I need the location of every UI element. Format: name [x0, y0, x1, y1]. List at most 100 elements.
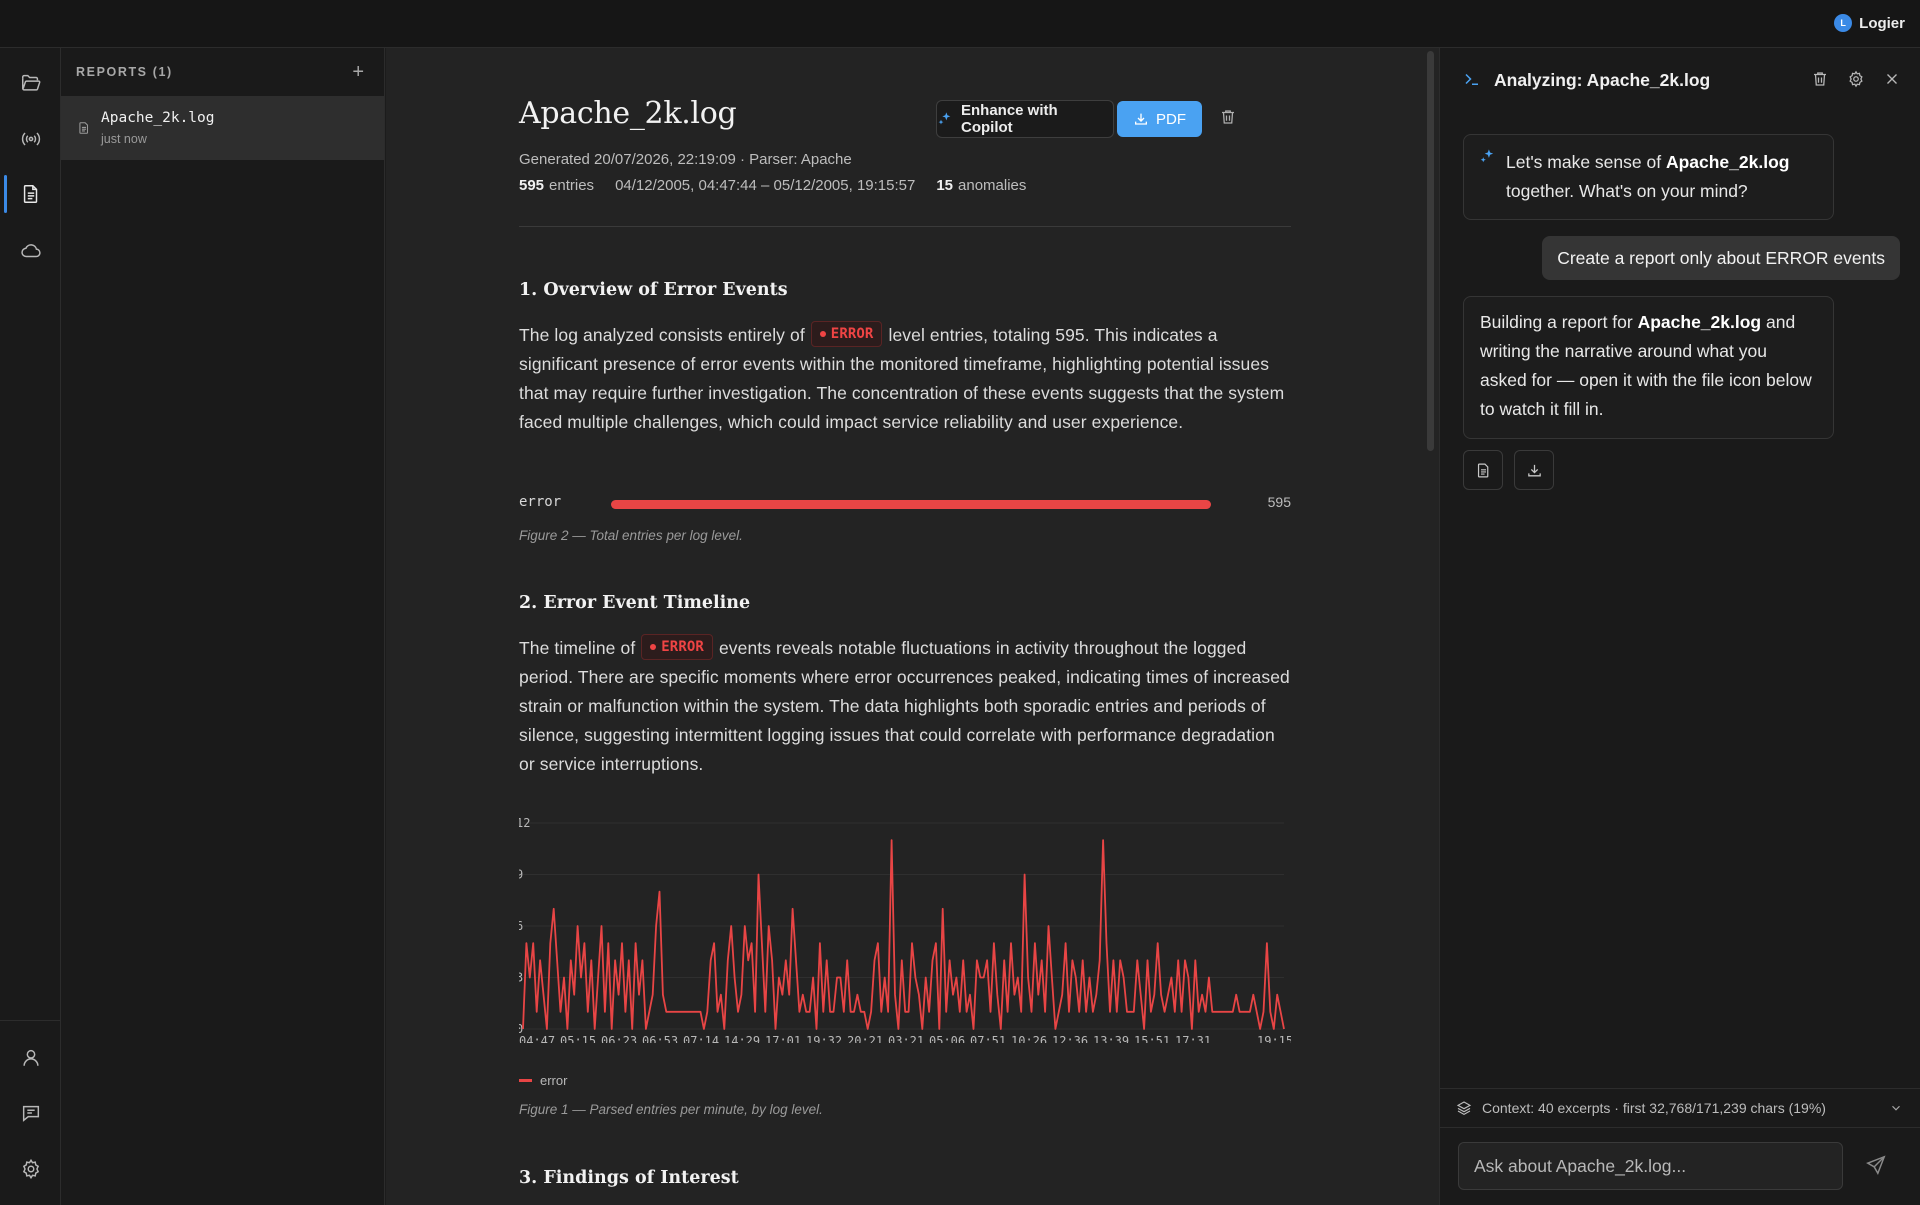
user-message: Create a report only about ERROR events	[1542, 236, 1900, 280]
sparkle-icon	[937, 111, 953, 127]
time-range: 04/12/2005, 04:47:44 – 05/12/2005, 19:15…	[615, 177, 916, 194]
chevron-down-icon[interactable]	[1889, 1101, 1903, 1115]
error-level-badge: ERROR	[810, 321, 883, 348]
chart-legend: error	[519, 1073, 567, 1088]
cloud-icon[interactable]	[0, 226, 61, 276]
user-menu[interactable]: L Logier	[1834, 14, 1905, 32]
broadcast-icon[interactable]	[0, 114, 61, 164]
report-time: just now	[101, 132, 147, 146]
context-bar[interactable]: Context: 40 excerpts · first 32,768/171,…	[1440, 1088, 1920, 1128]
delete-report-button[interactable]	[1219, 108, 1237, 126]
error-badge-label: ERROR	[661, 638, 704, 655]
assistant-greeting: Let's make sense of Apache_2k.log togeth…	[1463, 134, 1834, 220]
error-timeline-chart: 0 3 6 9 12 04:47 05:15 06:23 06:53 07:14 14:29 17:0…	[519, 803, 1291, 1043]
scrollbar[interactable]	[1427, 51, 1434, 451]
chat-input[interactable]	[1458, 1142, 1843, 1190]
send-icon[interactable]	[1865, 1154, 1887, 1176]
reports-header: REPORTS (1) +	[61, 48, 384, 96]
folder-icon[interactable]	[0, 58, 61, 108]
x-tick-label: 06:23	[601, 1034, 637, 1043]
stats-meta: 595 entries 04/12/2005, 04:47:44 – 05/12…	[519, 177, 1026, 194]
trash-icon[interactable]	[1811, 70, 1829, 88]
x-tick-label: 06:53	[642, 1034, 678, 1043]
chat-header: Analyzing: Apache_2k.log	[1440, 48, 1920, 114]
x-tick-label: 05:06	[929, 1034, 965, 1043]
assistant-reply: Building a report for Apache_2k.log and …	[1463, 296, 1834, 439]
figure-2-caption: Figure 2 — Total entries per log level.	[519, 528, 743, 543]
chart-svg: 03691204:47 05:15 06:23 06:53 07:14 14:29 17:0…	[519, 816, 1291, 1043]
download-icon	[1133, 111, 1149, 127]
section-1-text: The log analyzed consists entirely of ERR…	[519, 321, 1295, 437]
download-report-button[interactable]	[1514, 450, 1554, 490]
greeting-text-end: together. What's on your mind?	[1506, 181, 1748, 201]
report-item[interactable]: Apache_2k.log just now	[61, 96, 384, 160]
error-level-badge: ERROR	[641, 634, 713, 661]
layers-icon	[1456, 1100, 1472, 1116]
x-tick-label: 03:21	[888, 1034, 924, 1043]
entries-label: entries	[549, 177, 595, 194]
report-name: Apache_2k.log	[101, 110, 215, 126]
chat-icon[interactable]	[0, 1088, 61, 1138]
section-1-text-before: The log analyzed consists entirely of	[519, 325, 805, 345]
chat-title: Analyzing: Apache_2k.log	[1494, 70, 1711, 90]
user-name: Logier	[1859, 14, 1905, 32]
anomalies-label: anomalies	[958, 177, 1027, 194]
document-icon[interactable]	[0, 169, 61, 219]
x-tick-label: 05:15	[560, 1034, 596, 1043]
icon-rail	[0, 48, 61, 1205]
chat-header-actions	[1811, 70, 1901, 88]
page-title: Apache_2k.log	[519, 96, 737, 131]
gear-icon[interactable]	[0, 1144, 61, 1194]
x-tick-label: 12:36	[1052, 1034, 1088, 1043]
section-2-text-after: events reveals notable fluctuations in a…	[519, 638, 1290, 774]
context-text: Context: 40 excerpts · first 32,768/171,…	[1482, 1100, 1826, 1116]
level-bar-row: error 595	[519, 494, 1291, 514]
file-icon	[1477, 463, 1488, 477]
copilot-label: Enhance with Copilot	[961, 102, 1058, 136]
anomalies-count: 15	[936, 177, 954, 194]
y-tick-label: 3	[519, 971, 523, 985]
rail-divider	[0, 1020, 61, 1021]
section-2-text-before: The timeline of	[519, 638, 636, 658]
x-tick-label: 17:31	[1175, 1034, 1211, 1043]
x-tick-label: 19:32	[806, 1034, 842, 1043]
open-report-button[interactable]	[1463, 450, 1503, 490]
series-line-error	[522, 839, 1285, 1030]
y-tick-label: 12	[519, 816, 530, 830]
divider	[519, 226, 1291, 227]
gear-icon[interactable]	[1847, 70, 1865, 88]
sparkle-icon	[1479, 148, 1496, 165]
x-tick-label: 04:47	[519, 1034, 555, 1043]
reports-title: REPORTS (1)	[76, 65, 173, 79]
chat-panel: Analyzing: Apache_2k.log Let's make sens…	[1439, 48, 1920, 1205]
reply-file: Apache_2k.log	[1637, 312, 1762, 332]
terminal-prompt-icon	[1463, 70, 1481, 88]
enhance-with-copilot-button[interactable]: Enhance with Copilot	[936, 100, 1114, 138]
user-icon[interactable]	[0, 1033, 61, 1083]
x-tick-label: 07:14	[683, 1034, 719, 1043]
level-name: error	[519, 494, 562, 510]
level-bar-track	[611, 500, 1211, 509]
reply-text: Building a report for	[1480, 312, 1638, 332]
section-2-text: The timeline of ERROR events reveals notab…	[519, 634, 1295, 779]
report-viewer: Apache_2k.log Enhance with Copilot PDF G…	[386, 48, 1439, 1205]
pdf-download-button[interactable]: PDF	[1117, 101, 1202, 137]
x-tick-label: 20:21	[847, 1034, 883, 1043]
trash-icon	[1222, 110, 1234, 124]
figure-1-caption: Figure 1 — Parsed entries per minute, by…	[519, 1102, 823, 1117]
level-count: 595	[1267, 494, 1291, 510]
x-tick-label: 17:01	[765, 1034, 801, 1043]
generated-meta: Generated 20/07/2026, 22:19:09 · Parser:…	[519, 151, 852, 168]
greeting-file: Apache_2k.log	[1665, 152, 1790, 172]
greeting-text: Let's make sense of	[1506, 152, 1666, 172]
add-report-button[interactable]: +	[352, 62, 364, 82]
close-icon[interactable]	[1883, 70, 1901, 88]
x-tick-label: 07:51	[970, 1034, 1006, 1043]
y-tick-label: 6	[519, 919, 523, 933]
section-2-title: 2. Error Event Timeline	[519, 593, 751, 613]
download-icon	[1527, 464, 1541, 476]
level-bar-fill	[611, 500, 1211, 509]
error-badge-label: ERROR	[830, 325, 874, 342]
top-bar: L Logier	[0, 0, 1920, 48]
legend-label: error	[540, 1073, 568, 1088]
